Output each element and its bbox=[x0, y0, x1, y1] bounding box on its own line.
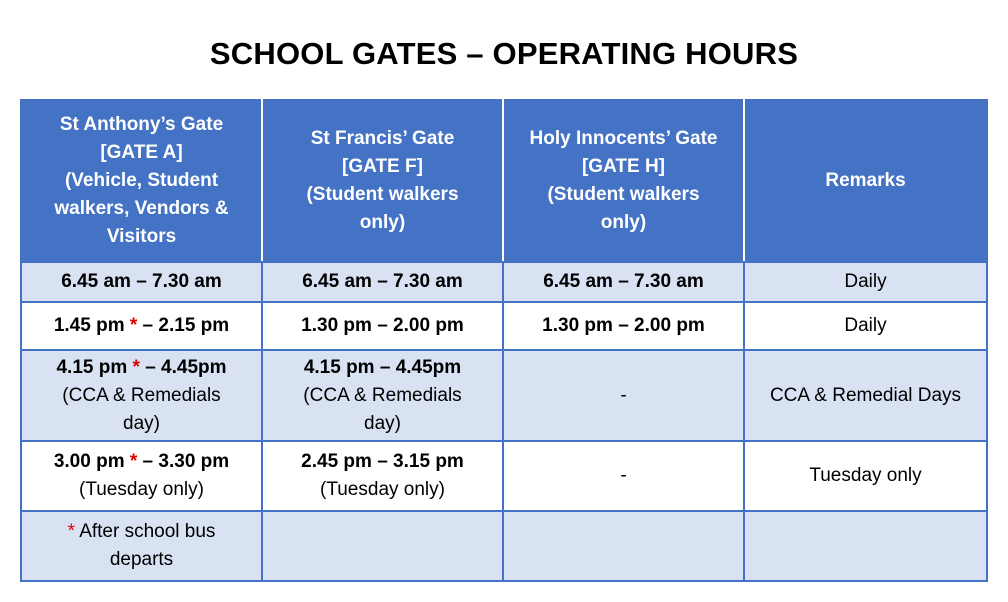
cell-gate-h: 6.45 am – 7.30 am bbox=[502, 261, 745, 303]
table-row: * After school bus departs bbox=[20, 510, 988, 582]
cell-gate-a: 1.45 pm * – 2.15 pm bbox=[20, 301, 263, 351]
cell-gate-a: 4.15 pm * – 4.45pm (CCA & Remedials day) bbox=[20, 349, 263, 442]
asterisk-mark: * bbox=[132, 356, 140, 378]
cell-gate-h: - bbox=[502, 349, 745, 442]
cell-gate-f: 2.45 pm – 3.15 pm (Tuesday only) bbox=[261, 440, 504, 512]
cell-gate-f: 1.30 pm – 2.00 pm bbox=[261, 301, 504, 351]
gate-hours-table: St Anthony’s Gate [GATE A] (Vehicle, Stu… bbox=[20, 99, 988, 582]
header-gate-f: St Francis’ Gate [GATE F] (Student walke… bbox=[261, 99, 504, 263]
cell-empty bbox=[743, 510, 988, 582]
header-gate-a: St Anthony’s Gate [GATE A] (Vehicle, Stu… bbox=[20, 99, 263, 263]
header-row: St Anthony’s Gate [GATE A] (Vehicle, Stu… bbox=[20, 99, 988, 263]
cell-gate-f: 6.45 am – 7.30 am bbox=[261, 261, 504, 303]
cell-remarks: CCA & Remedial Days bbox=[743, 349, 988, 442]
table-row: 4.15 pm * – 4.45pm (CCA & Remedials day)… bbox=[20, 349, 988, 442]
cell-remarks: Daily bbox=[743, 301, 988, 351]
cell-gate-h: - bbox=[502, 440, 745, 512]
page-title: SCHOOL GATES – OPERATING HOURS bbox=[209, 36, 799, 71]
cell-empty bbox=[261, 510, 504, 582]
table-row: 6.45 am – 7.30 am 6.45 am – 7.30 am 6.45… bbox=[20, 261, 988, 303]
header-gate-h: Holy Innocents’ Gate [GATE H] (Student w… bbox=[502, 99, 745, 263]
asterisk-mark: * bbox=[67, 521, 75, 542]
cell-gate-f: 4.15 pm – 4.45pm (CCA & Remedials day) bbox=[261, 349, 504, 442]
table-row: 1.45 pm * – 2.15 pm 1.30 pm – 2.00 pm 1.… bbox=[20, 301, 988, 351]
cell-gate-a: 6.45 am – 7.30 am bbox=[20, 261, 263, 303]
cell-remarks: Tuesday only bbox=[743, 440, 988, 512]
header-remarks: Remarks bbox=[743, 99, 988, 263]
cell-gate-h: 1.30 pm – 2.00 pm bbox=[502, 301, 745, 351]
cell-remarks: Daily bbox=[743, 261, 988, 303]
cell-gate-a: 3.00 pm * – 3.30 pm (Tuesday only) bbox=[20, 440, 263, 512]
cell-footnote: * After school bus departs bbox=[20, 510, 263, 582]
cell-empty bbox=[502, 510, 745, 582]
table-row: 3.00 pm * – 3.30 pm (Tuesday only) 2.45 … bbox=[20, 440, 988, 512]
